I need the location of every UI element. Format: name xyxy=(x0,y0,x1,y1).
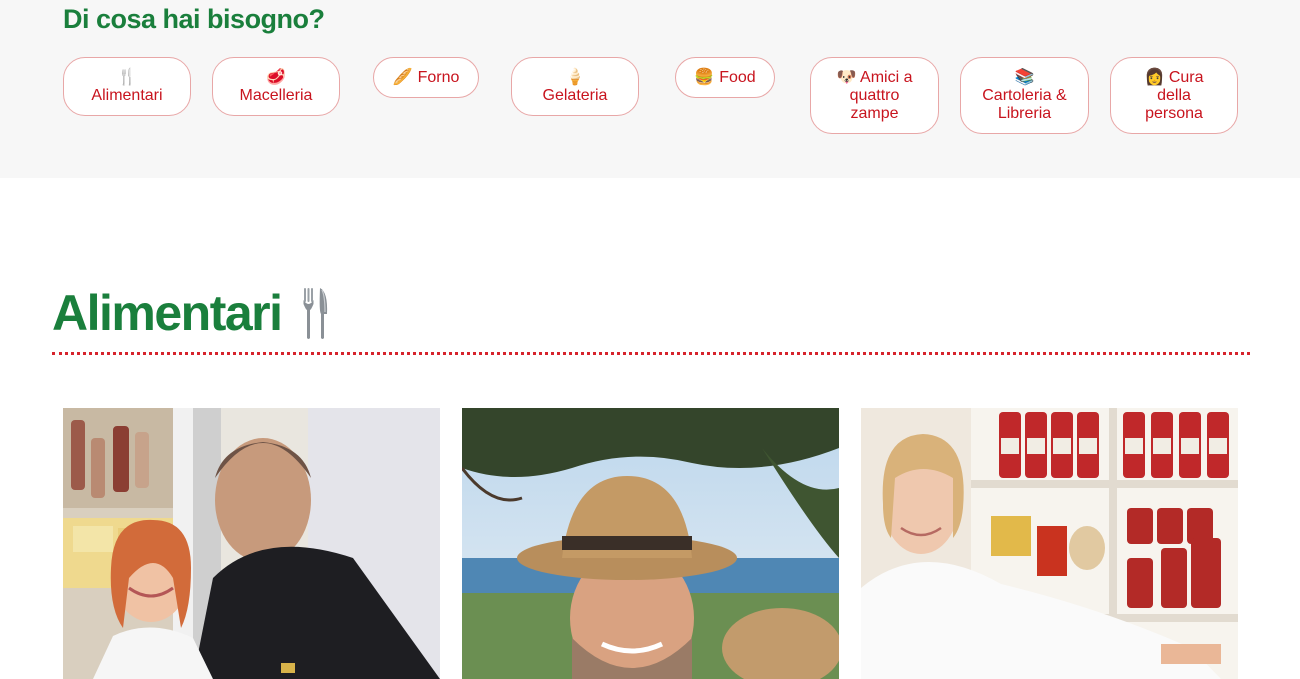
shop-card-photo[interactable] xyxy=(861,408,1238,679)
section-divider xyxy=(52,352,1250,355)
category-label-line: persona xyxy=(1145,104,1203,122)
category-label-line: Libreria xyxy=(997,104,1052,122)
category-food-button[interactable]: 🍔 Food xyxy=(675,57,775,98)
category-label: Alimentari xyxy=(91,86,163,104)
shopkeepers-photo xyxy=(63,408,440,679)
fork-knife-icon xyxy=(298,286,332,340)
category-amici-quattro-zampe-button[interactable]: 🐶 Amici a quattro zampe xyxy=(810,57,939,134)
section-title: Alimentari xyxy=(52,284,332,342)
section-title-text: Alimentari xyxy=(52,285,283,341)
dog-icon: 🐶 xyxy=(836,68,857,86)
categories-band: Di cosa hai bisogno? 🍴 Alimentari 🥩 Mace… xyxy=(0,0,1300,178)
burger-icon: 🍔 xyxy=(694,68,715,86)
baguette-icon: 🥖 xyxy=(392,68,413,86)
category-label-line: zampe xyxy=(850,104,899,122)
category-label-line: 🐶 Amici a xyxy=(836,68,913,86)
ice-cream-icon: 🍦 xyxy=(565,68,585,86)
category-forno-button[interactable]: 🥖 Forno xyxy=(373,57,479,98)
category-label: Gelateria xyxy=(542,86,608,104)
man-straw-hat-photo xyxy=(462,408,839,679)
woman-chef-photo xyxy=(861,408,1238,679)
shop-card-photo[interactable] xyxy=(63,408,440,679)
category-label-line: 👩 Cura xyxy=(1144,68,1204,86)
woman-icon: 👩 xyxy=(1144,68,1165,86)
fork-knife-icon: 🍴 xyxy=(117,68,137,86)
category-label: Forno xyxy=(417,68,460,86)
category-cura-persona-button[interactable]: 👩 Cura della persona xyxy=(1110,57,1238,134)
books-icon: 📚 xyxy=(1014,68,1035,86)
category-label-line: quattro xyxy=(849,86,900,104)
category-label-line: della xyxy=(1157,86,1191,104)
category-label: Food xyxy=(719,68,756,86)
meat-icon: 🥩 xyxy=(266,68,286,86)
category-macelleria-button[interactable]: 🥩 Macelleria xyxy=(212,57,340,116)
category-gelateria-button[interactable]: 🍦 Gelateria xyxy=(511,57,639,116)
shop-card-photo[interactable] xyxy=(462,408,839,679)
category-label-line: Cartoleria & xyxy=(982,86,1067,104)
category-cartoleria-libreria-button[interactable]: 📚 Cartoleria & Libreria xyxy=(960,57,1089,134)
category-alimentari-button[interactable]: 🍴 Alimentari xyxy=(63,57,191,116)
category-label: Macelleria xyxy=(239,86,313,104)
needs-title: Di cosa hai bisogno? xyxy=(63,4,325,34)
